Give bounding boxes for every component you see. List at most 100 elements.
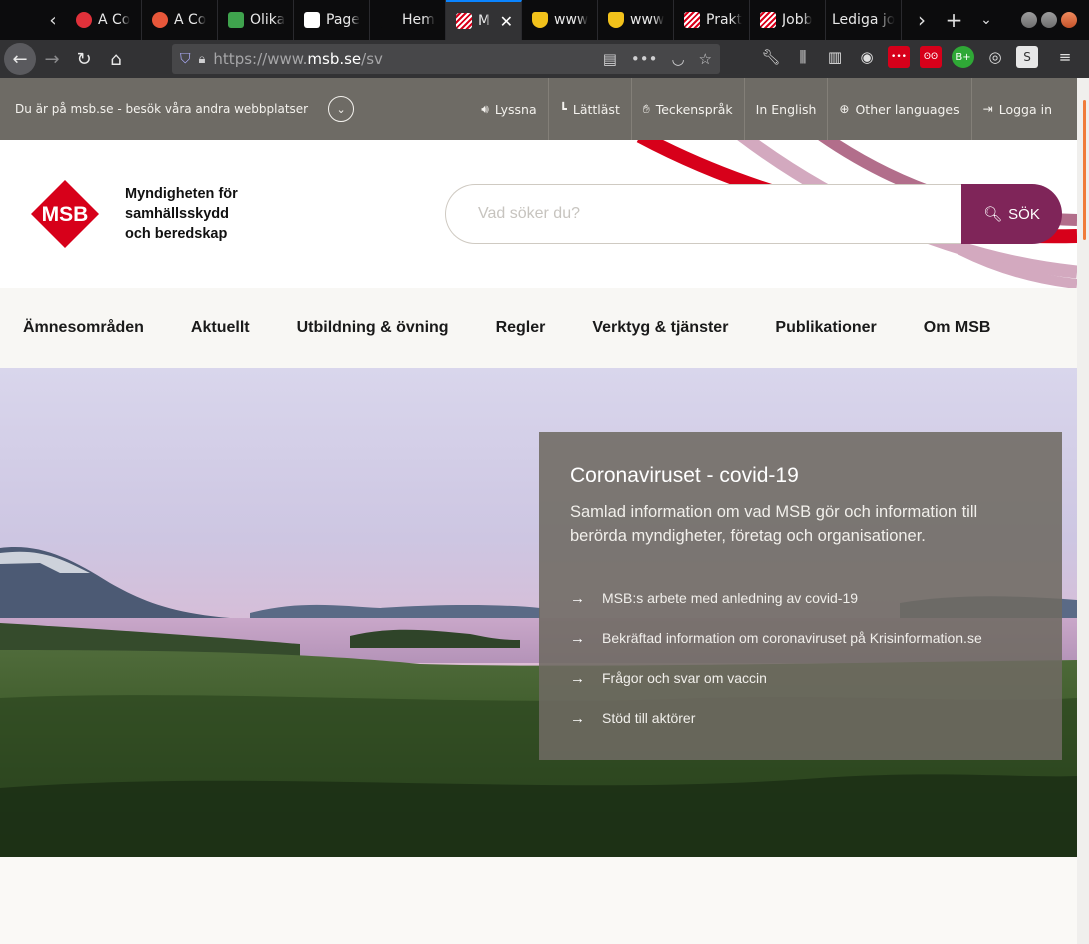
hero-link[interactable]: → Stöd till aktörer (570, 698, 1031, 738)
account-icon[interactable]: ◉ (856, 46, 878, 68)
search-form: 🔍︎ SÖK (445, 184, 1062, 244)
scrollbar-thumb[interactable] (1083, 100, 1086, 240)
easy-read-link[interactable]: ┗ Lättläst (547, 78, 631, 140)
hero-link[interactable]: → MSB:s arbete med anledning av covid-19 (570, 578, 1031, 618)
browser-tab-bar: ‹ A Co A Co Olika Page Hem M ✕ www www Pr… (0, 0, 1089, 40)
listen-link[interactable]: 🔊︎ Lyssna (470, 78, 547, 140)
browser-tab[interactable]: www (598, 0, 674, 40)
tab-favicon (532, 12, 548, 28)
hero-title: Coronaviruset - covid-19 (570, 464, 799, 487)
maximize-window-icon[interactable] (1041, 12, 1057, 28)
browser-tab[interactable]: www (522, 0, 598, 40)
extension-red-icon[interactable]: ••• (888, 46, 910, 68)
listen-label: Lyssna (494, 101, 537, 117)
nav-item-publikationer[interactable]: Publikationer (775, 319, 876, 337)
search-button[interactable]: 🔍︎ SÖK (961, 184, 1062, 244)
browser-tab-active[interactable]: M ✕ (446, 0, 522, 40)
tab-scroll-right-icon[interactable]: › (906, 8, 938, 32)
url-bar[interactable]: ⛉ 🔒︎ https://www. msb.se/sv ▤ ••• ◡ ☆ (172, 44, 720, 74)
tab-title: www (630, 12, 665, 28)
close-window-icon[interactable] (1061, 12, 1077, 28)
new-tab-icon[interactable]: + (938, 8, 970, 32)
pocket-icon[interactable]: ◡ (671, 50, 684, 68)
tracking-shield-icon[interactable]: ⛉ (180, 51, 191, 67)
tab-favicon (684, 12, 700, 28)
browser-tab[interactable]: Page (294, 0, 370, 40)
logo-line: och beredskap (125, 226, 228, 242)
browser-tab[interactable]: A Co (142, 0, 218, 40)
wrench-icon[interactable]: 🔧︎ (760, 46, 782, 68)
nav-item-aktuellt[interactable]: Aktuellt (191, 319, 250, 337)
other-languages-label: Other languages (855, 101, 960, 117)
sign-language-link[interactable]: ✋︎ Teckenspråk (630, 78, 744, 140)
hero-link[interactable]: → Bekräftad information om coronaviruset … (570, 618, 1031, 658)
reader-view-icon[interactable]: ▤ (603, 50, 617, 68)
home-icon[interactable]: ⌂ (100, 43, 132, 75)
tab-favicon (152, 12, 168, 28)
browser-tab[interactable]: Jobb (750, 0, 826, 40)
tab-title: Hem (402, 12, 435, 28)
browser-tab[interactable]: Hem (370, 0, 446, 40)
back-icon[interactable]: ← (4, 43, 36, 75)
tab-favicon (380, 12, 396, 28)
logo-abbr: MSB (42, 203, 89, 226)
site-header: MSB Myndigheten för samhällsskydd och be… (0, 140, 1077, 288)
extension-s-icon[interactable]: S (1016, 46, 1038, 68)
arrow-right-icon: → (570, 709, 585, 727)
browser-tab[interactable]: A Co (66, 0, 142, 40)
browser-tab[interactable]: Prakt (674, 0, 750, 40)
nav-item-utbildning[interactable]: Utbildning & övning (297, 319, 449, 337)
url-host: msb.se (307, 50, 362, 68)
menu-icon[interactable]: ≡ (1054, 46, 1076, 68)
close-tab-icon[interactable]: ✕ (500, 12, 513, 31)
tab-favicon (456, 13, 472, 29)
url-path: /sv (361, 50, 383, 68)
arrow-right-icon: → (570, 629, 585, 647)
arrow-right-icon: → (570, 669, 585, 687)
nav-item-amnesomraden[interactable]: Ämnesområden (23, 319, 144, 337)
search-icon: 🔍︎ (983, 206, 1003, 223)
easy-read-icon: ┗ (559, 102, 567, 116)
tab-list-chevron-icon[interactable]: ⌄ (970, 12, 1002, 28)
page-actions-icon[interactable]: ••• (631, 50, 658, 68)
tab-favicon (608, 12, 624, 28)
forward-icon[interactable]: → (36, 43, 68, 75)
utility-bar: Du är på msb.se - besök våra andra webbp… (0, 78, 1077, 140)
browser-tab[interactable]: Lediga jo (826, 0, 902, 40)
login-label: Logga in (998, 101, 1052, 117)
bookmark-star-icon[interactable]: ☆ (699, 50, 712, 68)
other-languages-link[interactable]: ⊕ Other languages (827, 78, 970, 140)
tab-favicon (304, 12, 320, 28)
extension-b-plus-icon[interactable]: B+ (952, 46, 974, 68)
nav-item-om-msb[interactable]: Om MSB (924, 319, 991, 337)
other-sites-chevron-icon[interactable]: ⌄ (328, 96, 355, 122)
sidebar-icon[interactable]: ▥ (824, 46, 846, 68)
hero-link[interactable]: → Frågor och svar om vaccin (570, 658, 1031, 698)
minimize-window-icon[interactable] (1021, 12, 1037, 28)
tab-title: M (478, 13, 491, 29)
hero-link-label: Bekräftad information om coronaviruset p… (602, 630, 982, 646)
msb-logo[interactable]: MSB Myndigheten för samhällsskydd och be… (15, 164, 265, 264)
extension-mask-icon[interactable]: ʘʘ (920, 46, 942, 68)
search-button-label: SÖK (1008, 205, 1040, 223)
lock-icon[interactable]: 🔒︎ (199, 52, 206, 67)
main-nav: Ämnesområden Aktuellt Utbildning & övnin… (0, 288, 1077, 368)
msb-logo-mark: MSB (15, 164, 115, 264)
arrow-right-icon: → (570, 589, 585, 607)
sign-language-label: Teckenspråk (655, 101, 733, 117)
search-input[interactable] (445, 184, 1005, 244)
tab-title: Jobb (782, 12, 813, 28)
in-english-link[interactable]: In English (743, 78, 828, 140)
login-link[interactable]: ⇥ Logga in (970, 78, 1063, 140)
extension-owl-icon[interactable]: ◎ (984, 46, 1006, 68)
library-icon[interactable]: ⫼ (792, 46, 814, 68)
browser-tab[interactable]: Olika (218, 0, 294, 40)
tab-scroll-left-icon[interactable]: ‹ (40, 0, 66, 40)
other-sites-notice: Du är på msb.se - besök våra andra webbp… (15, 102, 309, 116)
hero-banner: Coronaviruset - covid-19 Samlad informat… (0, 368, 1077, 857)
covid-info-card: Coronaviruset - covid-19 Samlad informat… (539, 432, 1062, 760)
reload-icon[interactable]: ↻ (68, 43, 100, 75)
hero-link-label: Frågor och svar om vaccin (602, 670, 767, 686)
nav-item-regler[interactable]: Regler (496, 319, 546, 337)
nav-item-verktyg[interactable]: Verktyg & tjänster (592, 319, 728, 337)
